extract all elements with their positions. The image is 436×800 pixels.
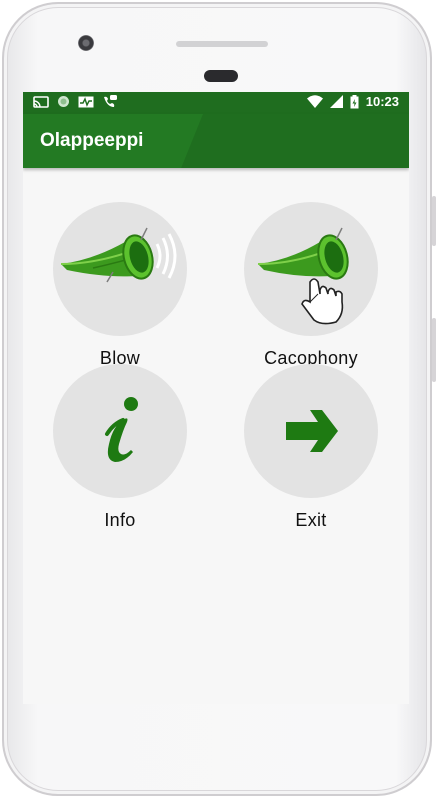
exit-tile[interactable]: Exit	[236, 364, 386, 531]
info-button[interactable]	[53, 364, 187, 498]
blow-tile[interactable]: Blow	[45, 202, 195, 369]
horn-sound-icon	[60, 227, 177, 283]
shell-icon	[58, 96, 69, 107]
app-title: Olappeeppi	[40, 130, 144, 151]
signal-icon	[329, 95, 343, 108]
wifi-icon	[306, 95, 323, 108]
battery-icon	[350, 94, 359, 108]
cacophony-button[interactable]	[244, 202, 378, 336]
front-camera	[78, 35, 94, 51]
blow-button[interactable]	[53, 202, 187, 336]
info-icon	[105, 397, 138, 462]
call-bubble-icon	[104, 95, 117, 107]
status-bar: 10:23	[23, 92, 409, 114]
exit-label: Exit	[295, 510, 327, 530]
arrow-right-icon	[286, 410, 338, 452]
pulse-icon	[78, 96, 94, 107]
screen: 10:23 Olappeeppi Blow Cacophony Info Exi…	[23, 92, 409, 704]
earpiece-speaker	[176, 41, 268, 47]
info-tile[interactable]: Info	[45, 364, 195, 531]
volume-button	[432, 196, 436, 246]
power-button	[432, 318, 436, 382]
cast-icon	[33, 95, 49, 108]
proximity-sensor	[204, 70, 238, 82]
clock: 10:23	[365, 94, 399, 109]
horn-hand-icon	[257, 227, 349, 325]
app-bar: Olappeeppi	[23, 114, 409, 168]
exit-button[interactable]	[244, 364, 378, 498]
info-label: Info	[104, 510, 136, 530]
cacophony-tile[interactable]: Cacophony	[236, 202, 386, 369]
